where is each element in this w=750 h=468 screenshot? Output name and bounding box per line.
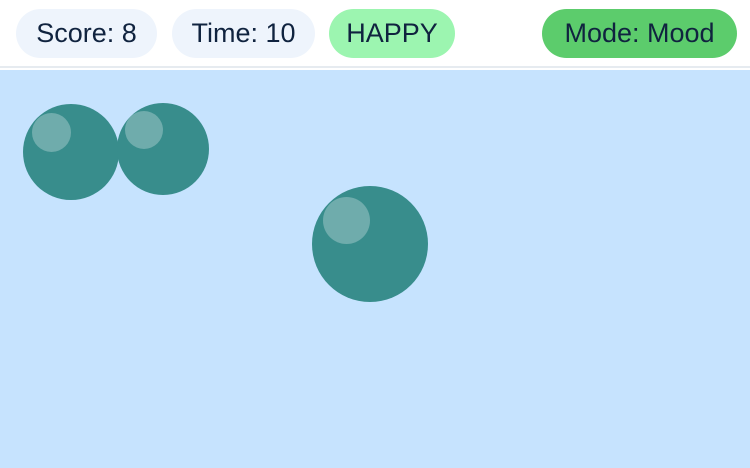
mood-badge: HAPPY [329, 9, 455, 58]
bubble-highlight [125, 111, 163, 149]
hud-bar: Score: 8 Time: 10 HAPPY Mode: Mood [0, 0, 750, 68]
game-playfield[interactable] [0, 70, 750, 468]
time-display: Time: 10 [172, 9, 315, 58]
bubble[interactable] [312, 186, 428, 302]
bubble[interactable] [23, 104, 119, 200]
bubble-highlight [32, 113, 71, 152]
bubble[interactable] [117, 103, 209, 195]
score-display: Score: 8 [16, 9, 157, 58]
bubble-highlight [323, 197, 370, 244]
mode-toggle-button[interactable]: Mode: Mood [542, 9, 737, 58]
